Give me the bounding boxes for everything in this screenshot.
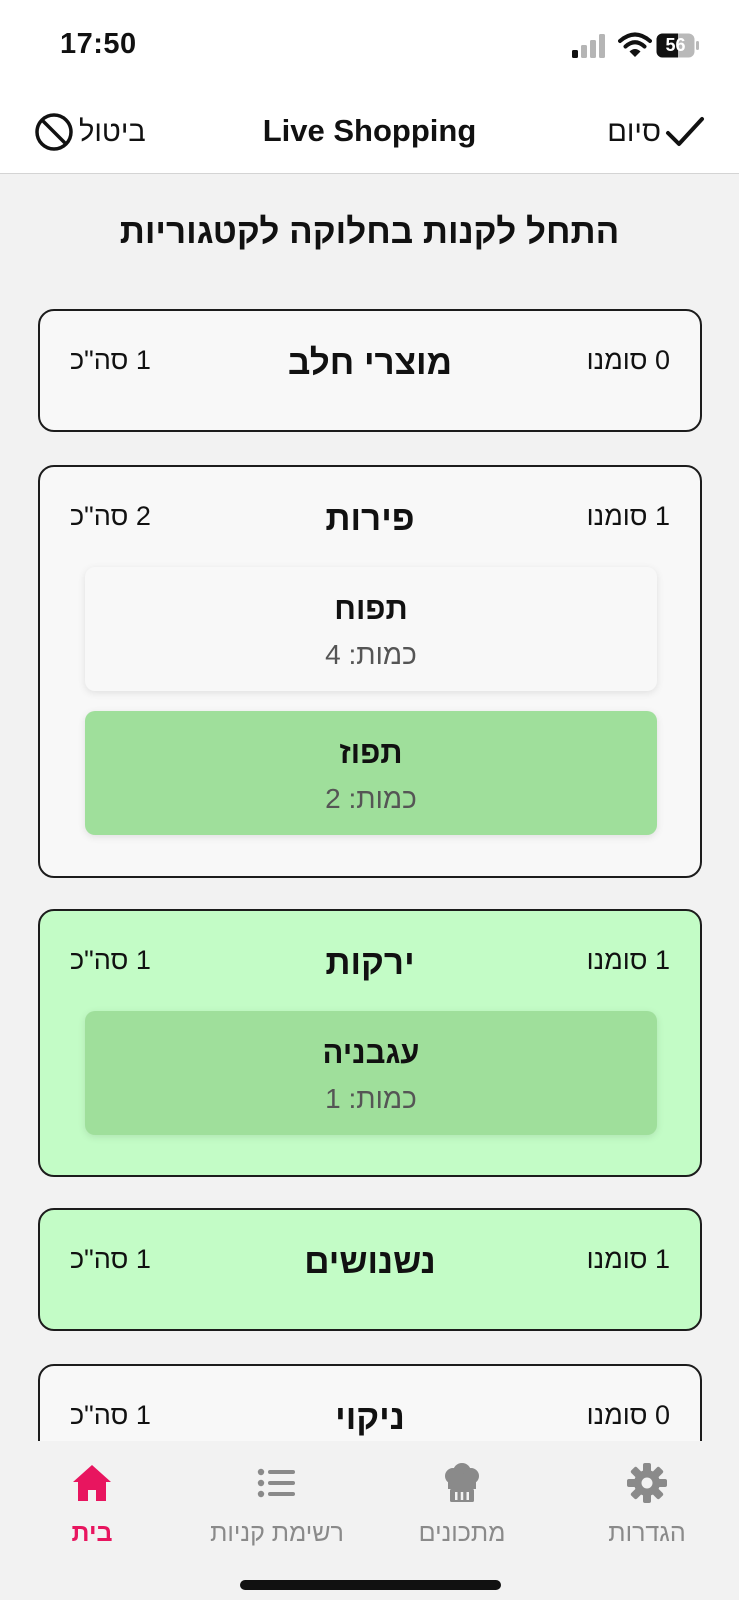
category-header: 1 סומנו פירות 2 סה"כ <box>40 467 700 567</box>
home-indicator <box>240 1580 501 1590</box>
shopping-item-checked[interactable]: עגבניה כמות: 1 <box>85 1011 657 1135</box>
total-count: 1 סה"כ <box>70 1400 151 1430</box>
list-icon <box>257 1468 295 1498</box>
category-card-vegetables[interactable]: 1 סומנו ירקות 1 סה"כ עגבניה כמות: 1 <box>38 909 702 1177</box>
category-card-snacks[interactable]: 1 סומנו נשנושים 1 סה"כ <box>38 1208 702 1331</box>
item-name: עגבניה <box>322 1035 420 1070</box>
tab-label: רשימת קניות <box>210 1519 344 1547</box>
tab-label: מתכונים <box>418 1519 506 1547</box>
finish-label: סיום <box>607 115 661 148</box>
tab-recipes[interactable]: מתכונים <box>370 1461 554 1561</box>
item-name: תפוח <box>334 591 408 626</box>
tab-shopping-list[interactable]: רשימת קניות <box>185 1461 369 1561</box>
cellular-signal-icon <box>572 34 605 58</box>
total-count: 2 סה"כ <box>70 501 151 531</box>
total-count: 1 סה"כ <box>70 945 151 975</box>
tab-bar: הגדרות מתכונים רשימת קניות בית <box>0 1441 739 1600</box>
gear-icon <box>627 1463 667 1503</box>
battery-level: 56 <box>665 35 686 55</box>
chef-hat-icon <box>445 1463 479 1502</box>
shopping-item-checked[interactable]: תפוז כמות: 2 <box>85 711 657 835</box>
status-time: 17:50 <box>60 28 137 60</box>
category-header: 1 סומנו נשנושים 1 סה"כ <box>40 1210 700 1310</box>
shopping-item[interactable]: תפוח כמות: 4 <box>85 567 657 691</box>
category-card-dairy[interactable]: 0 סומנו מוצרי חלב 1 סה"כ <box>38 309 702 432</box>
category-header: 0 סומנו מוצרי חלב 1 סה"כ <box>40 311 700 411</box>
tab-label: הגדרות <box>608 1519 686 1547</box>
tab-label: בית <box>71 1519 113 1547</box>
category-card-fruits[interactable]: 1 סומנו פירות 2 סה"כ תפוח כמות: 4 תפוז כ… <box>38 465 702 878</box>
tab-settings[interactable]: הגדרות <box>555 1461 739 1561</box>
home-icon <box>73 1465 111 1501</box>
category-header: 1 סומנו ירקות 1 סה"כ <box>40 911 700 1011</box>
navigation-bar: ביטול Live Shopping סיום <box>0 92 739 174</box>
category-card-cleaning[interactable]: 0 סומנו ניקוי 1 סה"כ <box>38 1364 702 1441</box>
item-quantity: כמות: 1 <box>325 1083 417 1114</box>
status-bar: 17:50 56 <box>0 0 739 92</box>
total-count: 1 סה"כ <box>70 1244 151 1274</box>
checkmark-icon <box>666 117 704 146</box>
tab-home[interactable]: בית <box>0 1461 184 1561</box>
item-quantity: כמות: 2 <box>325 783 417 814</box>
finish-button[interactable]: סיום <box>607 110 705 154</box>
wifi-icon <box>618 32 652 57</box>
item-name: תפוז <box>339 735 403 770</box>
section-heading: התחל לקנות בחלוקה לקטגוריות <box>119 212 620 251</box>
total-count: 1 סה"כ <box>70 345 151 375</box>
category-header: 0 סומנו ניקוי 1 סה"כ <box>40 1366 700 1441</box>
category-list-view[interactable]: התחל לקנות בחלוקה לקטגוריות 0 סומנו מוצר… <box>0 175 739 1441</box>
item-quantity: כמות: 4 <box>325 639 417 670</box>
battery-indicator: 56 <box>656 33 700 58</box>
